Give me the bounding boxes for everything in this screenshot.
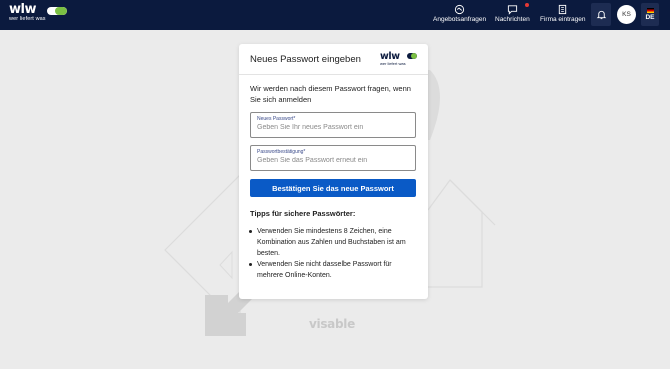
logo-tagline: wer liefert was [9,16,46,22]
wlw-logo[interactable]: wlw wer liefert was [9,3,67,26]
tip-text: Verwenden Sie mindestens 8 Zeichen, eine… [257,228,406,257]
new-password-field[interactable]: Neues Passwort* [250,112,416,138]
tips-heading: Tipps für sichere Passwörter: [250,209,356,218]
reset-password-card: Neues Passwort eingeben wlw wer liefert … [239,44,428,299]
tips-list: Verwenden Sie mindestens 8 Zeichen, eine… [249,226,417,281]
nav-nachrichten[interactable]: Nachrichten [495,3,530,26]
notifications-button[interactable] [591,3,611,26]
logo-toggle-icon [407,53,417,59]
bullet-icon [249,263,252,266]
handshake-icon [454,4,465,15]
nav-label: Firma eintragen [540,16,586,23]
language-selector[interactable]: DE [641,3,659,26]
intro-text: Wir werden nach diesem Passwort fragen, … [250,84,411,104]
building-icon [559,4,567,15]
notification-dot [524,3,529,7]
nav-label: Nachrichten [495,16,530,23]
list-item: Verwenden Sie mindestens 8 Zeichen, eine… [249,226,417,259]
page-title: Neues Passwort eingeben [250,54,361,65]
chat-icon [507,5,517,15]
new-password-label: Neues Passwort* [257,116,296,122]
card-header: Neues Passwort eingeben wlw wer liefert … [239,44,428,75]
list-item: Verwenden Sie nicht dasselbe Passwort fü… [249,259,417,281]
confirm-password-field[interactable]: Passwortbestätigung* [250,145,416,171]
confirm-password-input[interactable] [257,157,407,164]
visable-logo: visable [309,317,355,331]
nav-firma-eintragen[interactable]: Firma eintragen [540,4,586,26]
top-navigation-bar: wlw wer liefert was Angebotsanfragen Nac… [0,0,670,30]
confirm-new-password-button[interactable]: Bestätigen Sie das neue Passwort [250,179,416,197]
card-wlw-logo: wlw wer liefert was [380,52,418,67]
language-code: DE [645,14,655,21]
bell-icon [596,10,606,20]
nav-label: Angebotsanfragen [433,16,487,23]
avatar[interactable]: KS [617,5,636,24]
german-flag-icon [646,8,654,13]
tip-text: Verwenden Sie nicht dasselbe Passwort fü… [257,261,392,279]
confirm-password-label: Passwortbestätigung* [257,149,306,155]
logo-tagline: wer liefert was [380,61,406,66]
logo-toggle-icon [47,7,67,15]
nav-angebotsanfragen[interactable]: Angebotsanfragen [433,4,486,26]
new-password-input[interactable] [257,124,407,131]
bullet-icon [249,230,252,233]
